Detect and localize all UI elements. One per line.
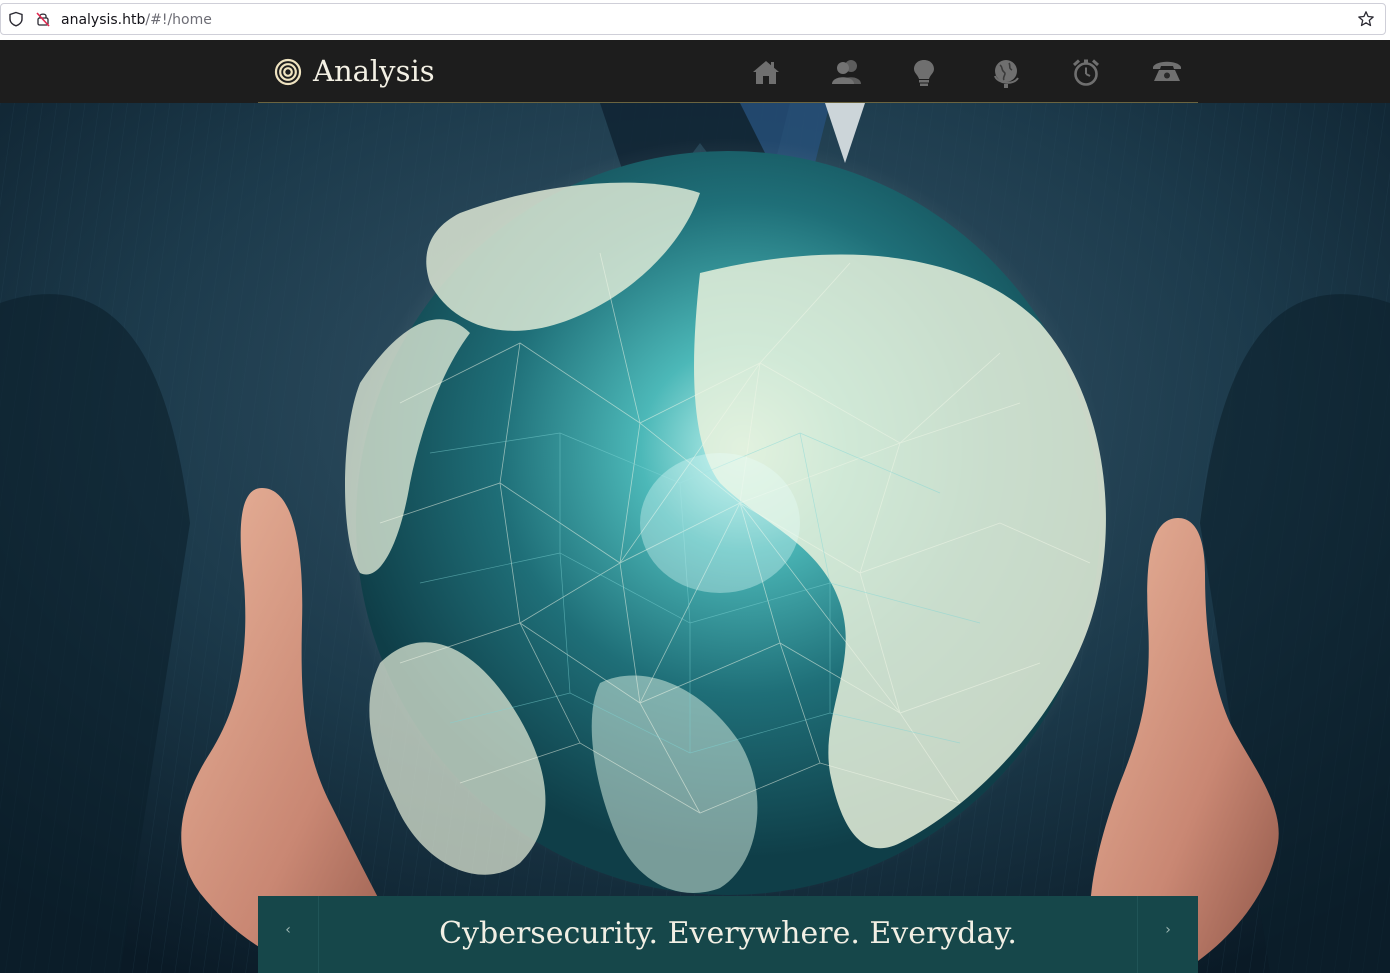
shield-icon[interactable] — [8, 11, 24, 27]
site-navbar: Analysis — [0, 40, 1390, 103]
chevron-left-icon: ‹ — [285, 922, 291, 938]
nav-item-schedule[interactable] — [1066, 54, 1106, 90]
browser-toolbar: analysis.htb/#!/home — [0, 0, 1390, 40]
hero-background-image — [0, 103, 1390, 973]
bookmark-star-icon[interactable] — [1357, 10, 1375, 28]
nav-item-world[interactable] — [986, 54, 1026, 90]
house-icon — [753, 61, 779, 84]
nav-menu — [726, 40, 1198, 103]
url-text[interactable]: analysis.htb/#!/home — [61, 11, 212, 29]
hero-slider — [0, 103, 1390, 973]
insecure-lock-icon[interactable] — [35, 11, 51, 27]
alarm-clock-icon — [1072, 59, 1100, 86]
url-host: analysis.htb — [61, 12, 146, 28]
nav-item-ideas[interactable] — [906, 54, 946, 90]
url-path: /#!/home — [145, 12, 212, 28]
brand-name[interactable]: Analysis — [313, 52, 435, 90]
chevron-right-icon: › — [1165, 922, 1171, 938]
target-rings-icon[interactable] — [274, 58, 302, 86]
nav-item-about[interactable] — [826, 54, 866, 90]
globe-icon — [994, 60, 1019, 88]
nav-item-contact[interactable] — [1146, 54, 1186, 90]
nav-item-home[interactable] — [746, 54, 786, 90]
hero-caption-bar: ‹ Cybersecurity. Everywhere. Everyday. › — [258, 896, 1198, 973]
slider-prev-button[interactable]: ‹ — [258, 896, 319, 973]
hero-caption: Cybersecurity. Everywhere. Everyday. — [439, 916, 1017, 951]
lightbulb-icon — [914, 60, 934, 86]
slider-next-button[interactable]: › — [1137, 896, 1198, 973]
telephone-icon — [1153, 61, 1181, 81]
navbar-container: Analysis — [258, 40, 1198, 103]
address-bar[interactable]: analysis.htb/#!/home — [0, 3, 1386, 35]
people-icon — [832, 60, 861, 84]
